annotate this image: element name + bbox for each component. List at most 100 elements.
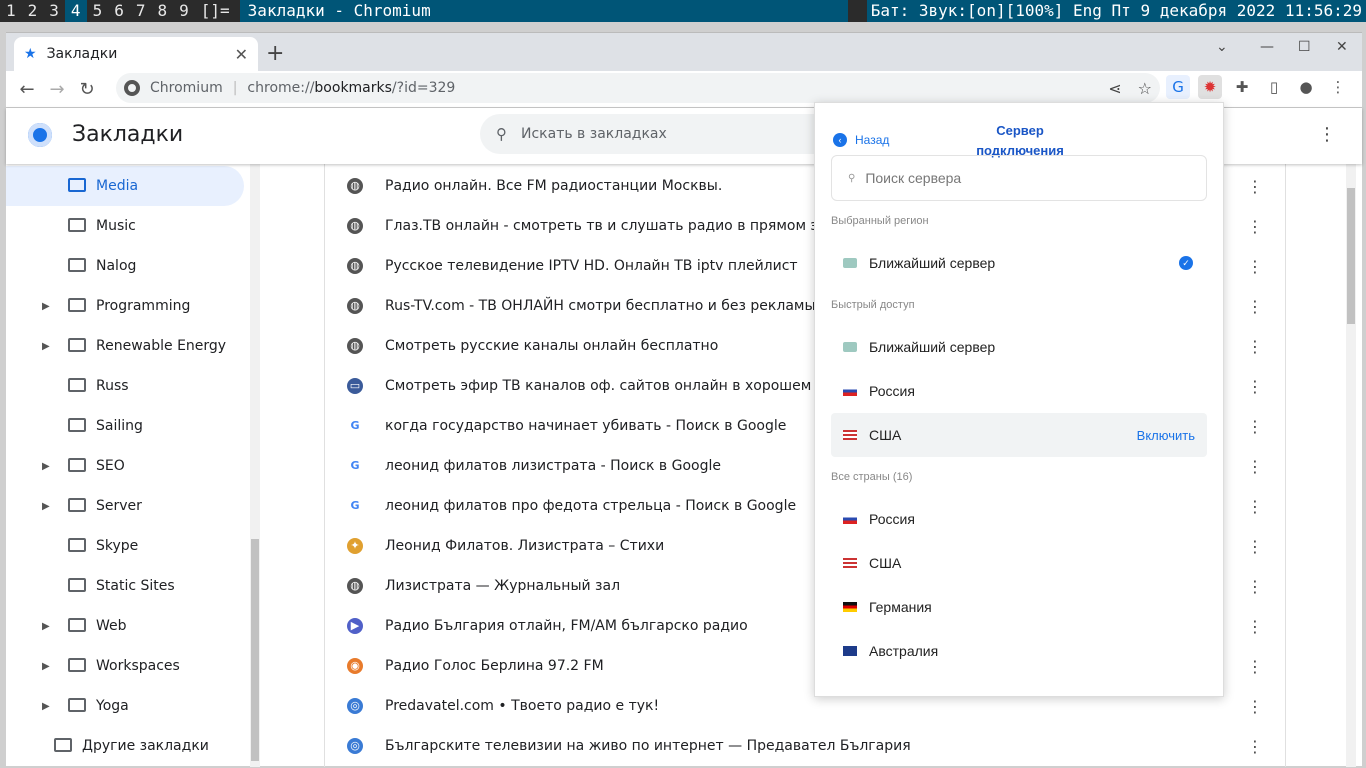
back-label: Назад xyxy=(855,133,890,147)
profile-icon[interactable]: ● xyxy=(1294,75,1318,99)
tab-close-icon[interactable]: ✕ xyxy=(235,45,248,64)
more-actions-icon[interactable]: ⋮ xyxy=(1247,697,1263,716)
sidebar-folder[interactable]: ▶ Programming xyxy=(6,286,244,326)
server-row[interactable]: США Включить xyxy=(831,413,1207,457)
chrome-logo-icon xyxy=(28,123,52,147)
sidebar-folder[interactable]: Skype xyxy=(6,526,244,566)
sidebar-folder-other[interactable]: Другие закладки xyxy=(6,726,244,766)
connect-button[interactable]: Включить xyxy=(1137,428,1195,443)
google-icon: G xyxy=(347,458,363,474)
organize-menu-icon[interactable]: ⋮ xyxy=(1318,124,1336,145)
new-tab-button[interactable]: + xyxy=(266,41,284,66)
sidebar-folder[interactable]: Media xyxy=(6,166,244,206)
workspace-1[interactable]: 1 xyxy=(0,0,22,22)
sidebar-folder[interactable]: Russ xyxy=(6,366,244,406)
server-row[interactable]: Ближайший сервер xyxy=(831,325,1207,369)
more-actions-icon[interactable]: ⋮ xyxy=(1247,497,1263,516)
forward-icon[interactable]: → xyxy=(42,79,72,100)
close-window-icon[interactable]: ✕ xyxy=(1336,39,1348,55)
address-bar[interactable]: Chromium | chrome://bookmarks/?id=329 ⋖ … xyxy=(116,73,1160,103)
server-name: Германия xyxy=(869,599,932,615)
server-row[interactable]: Германия xyxy=(831,585,1207,629)
expand-arrow-icon[interactable]: ▶ xyxy=(42,501,50,512)
extensions-icon[interactable]: ✚ xyxy=(1230,75,1254,99)
sidebar-folder[interactable]: ▶ SEO xyxy=(6,446,244,486)
more-actions-icon[interactable]: ⋮ xyxy=(1247,297,1263,316)
layout-indicator[interactable]: []= xyxy=(195,0,236,22)
more-actions-icon[interactable]: ⋮ xyxy=(1247,217,1263,236)
folder-sidebar: Media Music Nalog ▶ Programming ▶ Renewable En… xyxy=(6,164,260,767)
side-panel-icon[interactable]: ▯ xyxy=(1262,75,1286,99)
folder-label: SEO xyxy=(96,458,125,474)
workspace-4[interactable]: 4 xyxy=(64,0,87,22)
server-row[interactable]: США xyxy=(831,541,1207,585)
workspace-3[interactable]: 3 xyxy=(43,0,65,22)
more-actions-icon[interactable]: ⋮ xyxy=(1247,537,1263,556)
folder-label: Workspaces xyxy=(96,658,180,674)
expand-arrow-icon[interactable]: ▶ xyxy=(42,301,50,312)
sidebar-folder[interactable]: ▶ Workspaces xyxy=(6,646,244,686)
url-rest: /?id=329 xyxy=(391,80,456,96)
translate-extension-icon[interactable]: G xyxy=(1166,75,1190,99)
folder-icon xyxy=(68,298,86,312)
sidebar-folder[interactable]: Sailing xyxy=(6,406,244,446)
sidebar-folder[interactable]: Music xyxy=(6,206,244,246)
tab-bookmarks[interactable]: ★ Закладки ✕ xyxy=(14,37,258,71)
more-actions-icon[interactable]: ⋮ xyxy=(1247,257,1263,276)
signal-icon: ◎ xyxy=(347,738,363,754)
bookmark-row[interactable]: ◎ Българските телевизии на живо по интерн… xyxy=(325,726,1285,766)
workspace-9[interactable]: 9 xyxy=(173,0,195,22)
server-row[interactable]: Россия xyxy=(831,497,1207,541)
expand-arrow-icon[interactable]: ▶ xyxy=(42,461,50,472)
search-icon: ⚲ xyxy=(848,172,856,184)
sidebar-folder[interactable]: ▶ Server xyxy=(6,486,244,526)
sidebar-folder[interactable]: Static Sites xyxy=(6,566,244,606)
more-actions-icon[interactable]: ⋮ xyxy=(1247,377,1263,396)
workspace-5[interactable]: 5 xyxy=(87,0,109,22)
sidebar-folder[interactable]: ▶ Yoga xyxy=(6,686,244,726)
sidebar-folder[interactable]: ▶ Web xyxy=(6,606,244,646)
share-icon[interactable]: ⋖ xyxy=(1108,79,1121,98)
maximize-icon[interactable]: ☐ xyxy=(1298,39,1311,55)
server-row[interactable]: Россия xyxy=(831,369,1207,413)
vpn-extension-icon[interactable]: ✹ xyxy=(1198,75,1222,99)
workspace-6[interactable]: 6 xyxy=(108,0,130,22)
sidebar-scrollbar[interactable] xyxy=(250,164,260,767)
server-row[interactable]: Австралия xyxy=(831,629,1207,673)
selected-server-row[interactable]: Ближайший сервер ✓ xyxy=(831,241,1207,285)
expand-arrow-icon[interactable]: ▶ xyxy=(42,341,50,352)
bookmark-star-icon[interactable]: ☆ xyxy=(1138,79,1152,98)
workspace-2[interactable]: 2 xyxy=(22,0,44,22)
omnibox-separator: | xyxy=(232,80,238,96)
more-actions-icon[interactable]: ⋮ xyxy=(1247,737,1263,756)
expand-arrow-icon[interactable]: ▶ xyxy=(42,661,50,672)
back-button[interactable]: ‹ Назад xyxy=(833,133,889,147)
tab-search-icon[interactable]: ⌄ xyxy=(1216,39,1228,55)
folder-label: Media xyxy=(96,178,139,194)
workspace-8[interactable]: 8 xyxy=(151,0,173,22)
expand-arrow-icon[interactable]: ▶ xyxy=(42,621,50,632)
more-actions-icon[interactable]: ⋮ xyxy=(1247,617,1263,636)
sidebar-folder[interactable]: ▶ Renewable Energy xyxy=(6,326,244,366)
more-actions-icon[interactable]: ⋮ xyxy=(1247,417,1263,436)
folder-icon xyxy=(68,458,86,472)
server-name: Россия xyxy=(869,383,915,399)
more-actions-icon[interactable]: ⋮ xyxy=(1247,577,1263,596)
expand-arrow-icon[interactable]: ▶ xyxy=(42,701,50,712)
server-search-input[interactable]: ⚲ Поиск сервера xyxy=(831,155,1207,201)
menu-icon[interactable]: ⋮ xyxy=(1326,75,1350,99)
list-scrollbar[interactable] xyxy=(1346,164,1356,767)
back-icon[interactable]: ← xyxy=(12,79,42,100)
folder-label: Web xyxy=(96,618,127,634)
more-actions-icon[interactable]: ⋮ xyxy=(1247,177,1263,196)
more-actions-icon[interactable]: ⋮ xyxy=(1247,657,1263,676)
more-actions-icon[interactable]: ⋮ xyxy=(1247,337,1263,356)
site-label: Chromium xyxy=(150,80,223,96)
monitor-icon: ▭ xyxy=(347,378,363,394)
more-actions-icon[interactable]: ⋮ xyxy=(1247,457,1263,476)
reload-icon[interactable]: ↻ xyxy=(72,79,102,100)
minimize-icon[interactable]: — xyxy=(1260,39,1274,55)
workspace-7[interactable]: 7 xyxy=(130,0,152,22)
sidebar-folder[interactable]: Nalog xyxy=(6,246,244,286)
vpn-server-popup: ‹ Назад Сервер подключения ⚲ Поиск серве… xyxy=(814,102,1224,697)
